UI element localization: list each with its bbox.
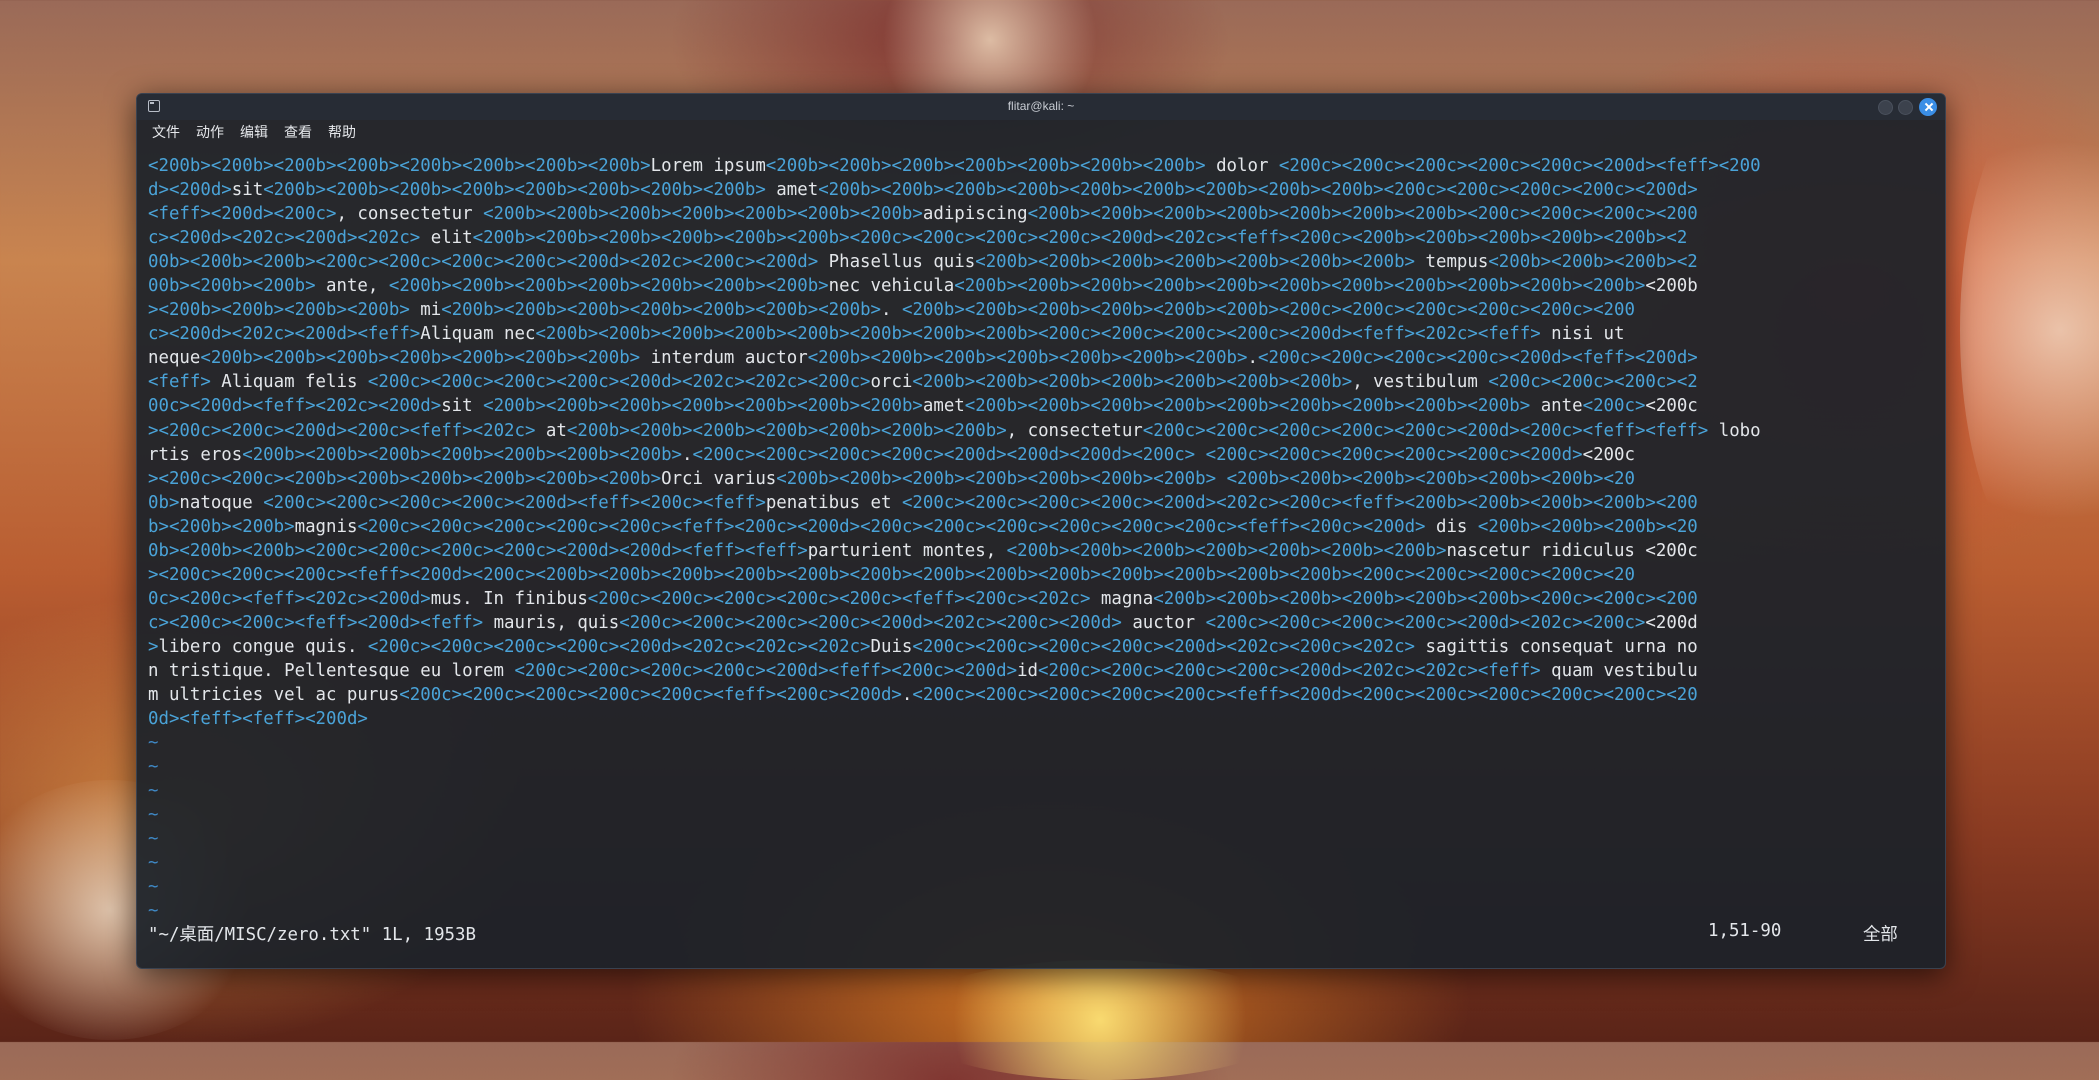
status-file-info: "~/桌面/MISC/zero.txt" 1L, 1953B [148, 925, 476, 945]
editor-line: c><200c><200c><feff><200d><feff> mauris,… [148, 612, 1698, 633]
editor-line: 00b><200b><200b><200c><200c><200c><200c>… [148, 252, 1698, 273]
minimize-button[interactable] [1878, 100, 1893, 115]
editor-line: <feff><200d><200c>, consectetur <200b><2… [148, 204, 1698, 225]
empty-line-marker: ~ [148, 877, 159, 898]
status-scroll-indicator: 全部 [1863, 925, 1898, 945]
window-title: flitar@kali: ~ [1007, 99, 1075, 113]
maximize-button[interactable] [1898, 100, 1913, 115]
menu-edit[interactable]: 编辑 [240, 122, 268, 142]
editor-line: d><200d>sit<200b><200b><200b><200b><200b… [148, 180, 1698, 201]
menu-file[interactable]: 文件 [152, 122, 180, 142]
editor-line: 00b><200b><200b> ante, <200b><200b><200b… [148, 276, 1698, 297]
empty-line-marker: ~ [148, 901, 159, 922]
empty-line-marker: ~ [148, 781, 159, 802]
editor-line: <200b><200b><200b><200b><200b><200b><200… [148, 156, 1761, 176]
status-cursor-position: 1,51-90 [1708, 921, 1782, 941]
editor-line: c><200d><202c><200d><202c> elit<200b><20… [148, 228, 1688, 249]
menu-view[interactable]: 查看 [284, 122, 312, 142]
editor-line: rtis eros<200b><200b><200b><200b><200b><… [148, 444, 1635, 465]
menu-actions[interactable]: 动作 [196, 122, 224, 142]
close-button[interactable] [1919, 98, 1937, 116]
editor-line: 00c><200d><feff><202c><200d>sit <200b><2… [148, 396, 1698, 417]
terminal-window[interactable]: flitar@kali: ~ 文件 动作 编辑 查看 帮助 <200b><200… [136, 93, 1946, 969]
vim-editor[interactable]: <200b><200b><200b><200b><200b><200b><200… [148, 154, 1928, 924]
menu-help[interactable]: 帮助 [328, 122, 356, 142]
empty-line-marker: ~ [148, 829, 159, 850]
wallpaper-figure-right [1960, 80, 2099, 580]
editor-line: ><200c><200c><200c><feff><200d><200c><20… [148, 564, 1635, 585]
vim-status-line: "~/桌面/MISC/zero.txt" 1L, 1953B 1,51-90 全… [148, 921, 1933, 947]
editor-line: ><200c><200c><200b><200b><200b><200b><20… [148, 468, 1635, 489]
editor-line: b><200b><200b>magnis<200c><200c><200c><2… [148, 516, 1698, 537]
editor-line: n tristique. Pellentesque eu lorem <200c… [148, 660, 1698, 681]
editor-line: 0c><200c><feff><202c><200d>mus. In finib… [148, 588, 1698, 609]
empty-line-marker: ~ [148, 733, 159, 754]
editor-line: <feff> Aliquam felis <200c><200c><200c><… [148, 372, 1698, 393]
editor-line: c><200d><202c><200d><feff>Aliquam nec<20… [148, 324, 1625, 345]
editor-line: 0b><200b><200b><200c><200c><200c><200c><… [148, 540, 1698, 561]
empty-line-marker: ~ [148, 757, 159, 778]
editor-line: m ultricies vel ac purus<200c><200c><200… [148, 685, 1698, 706]
menu-bar: 文件 动作 编辑 查看 帮助 [137, 120, 1945, 142]
editor-line: >libero congue quis. <200c><200c><200c><… [148, 636, 1698, 657]
editor-line: ><200c><200c><200d><200c><feff><202c> at… [148, 420, 1761, 441]
editor-line: neque<200b><200b><200b><200b><200b><200b… [148, 348, 1698, 369]
empty-line-marker: ~ [148, 853, 159, 874]
wallpaper-fire-bottom [900, 960, 1300, 1080]
empty-line-marker: ~ [148, 805, 159, 826]
editor-line: ><200b><200b><200b><200b> mi<200b><200b>… [148, 300, 1635, 321]
editor-line: 0b>natoque <200c><200c><200c><200c><200d… [148, 492, 1698, 513]
title-bar[interactable]: flitar@kali: ~ [137, 94, 1945, 120]
editor-line: 0d><feff><feff><200d> [148, 709, 368, 730]
